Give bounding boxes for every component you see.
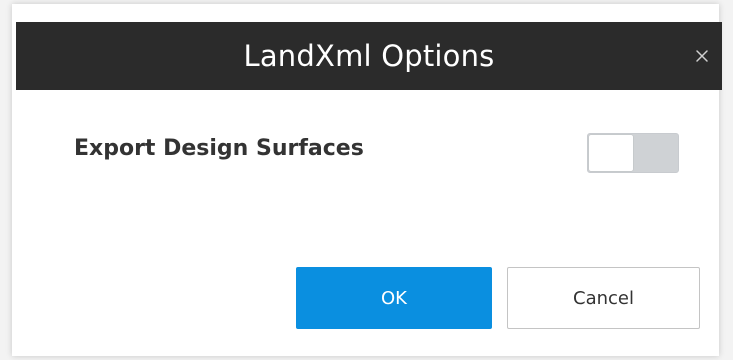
dialog-titlebar: LandXml Options <box>16 22 722 90</box>
export-design-surfaces-label: Export Design Surfaces <box>74 136 364 161</box>
cancel-button[interactable]: Cancel <box>507 267 700 329</box>
export-design-surfaces-toggle[interactable] <box>587 133 679 173</box>
close-icon[interactable] <box>690 44 714 68</box>
dialog-title: LandXml Options <box>243 39 495 73</box>
close-icon-glyph <box>696 50 708 62</box>
ok-button[interactable]: OK <box>296 267 492 329</box>
toggle-knob <box>589 135 633 171</box>
